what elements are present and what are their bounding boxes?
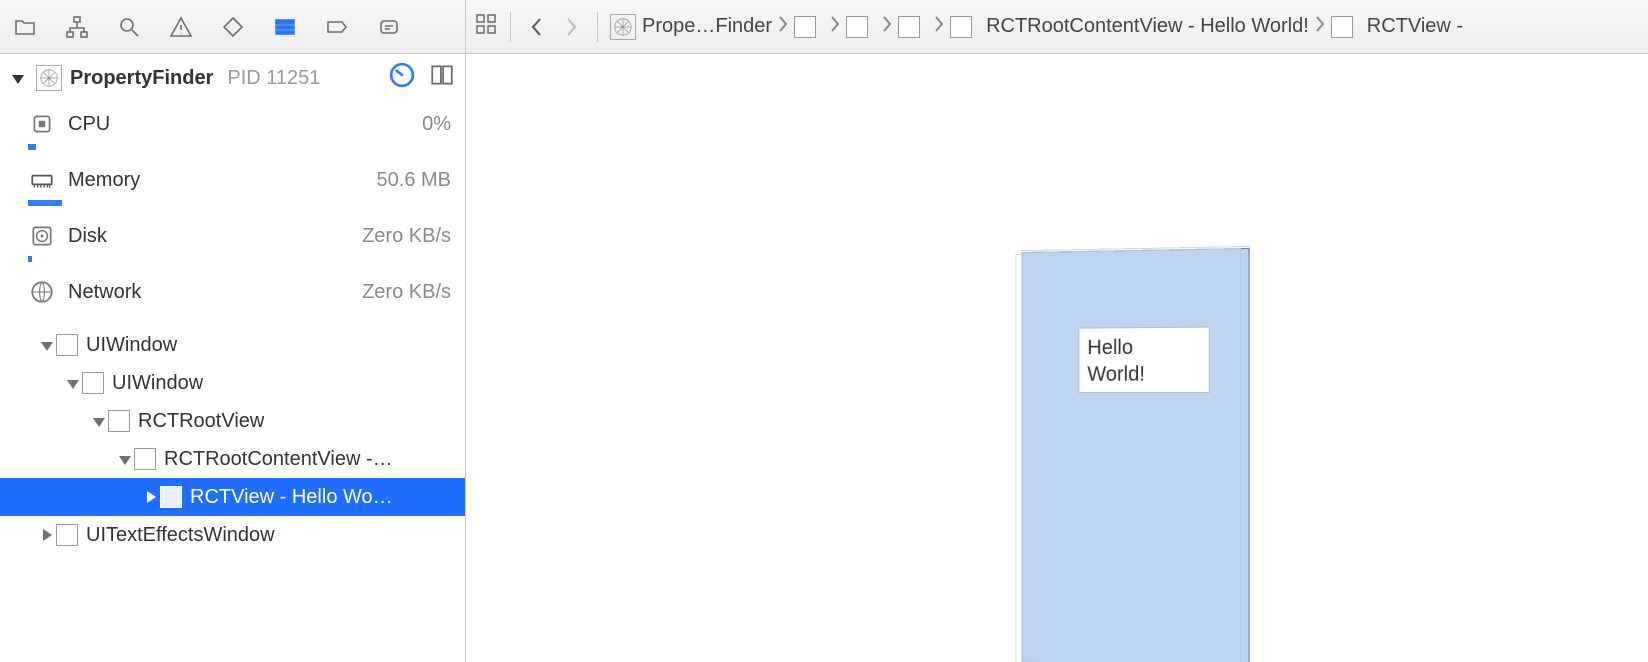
view-icon	[950, 16, 972, 38]
breadcrumb-item[interactable]	[846, 16, 876, 38]
path-bar: Prope…Finder RCTRootContentView - Hello …	[466, 0, 1648, 54]
breadcrumb-item[interactable]: RCTRootContentView - Hello World!	[950, 15, 1309, 38]
stat-bar-network	[28, 312, 451, 318]
view-icon	[794, 16, 816, 38]
disclosure-icon[interactable]	[12, 67, 28, 90]
disclosure-icon[interactable]	[38, 524, 56, 547]
stat-value: Zero KB/s	[362, 225, 451, 248]
view-icon	[898, 16, 920, 38]
gauge-icon[interactable]	[389, 62, 415, 94]
nav-back[interactable]	[523, 13, 551, 41]
search-icon[interactable]	[114, 12, 144, 42]
tree-label: RCTRootContentView -…	[164, 448, 393, 471]
process-header[interactable]: PropertyFinder PID 11251	[0, 54, 465, 102]
tree-label: UITextEffectsWindow	[86, 524, 275, 547]
separator	[597, 12, 598, 42]
navigator-toolbar	[0, 0, 465, 54]
view-icon	[160, 486, 182, 508]
chevron-right-icon	[934, 15, 944, 39]
stat-row-cpu[interactable]: CPU 0%	[0, 102, 465, 142]
stat-label: Memory	[68, 169, 365, 192]
tree-row[interactable]: RCTRootContentView -…	[0, 440, 465, 478]
tree-row-selected[interactable]: RCTView - Hello Wo…	[0, 478, 465, 516]
network-icon	[28, 278, 56, 306]
disclosure-icon[interactable]	[64, 372, 82, 395]
view-stack[interactable]: Hello World!	[1006, 244, 1266, 662]
stat-bar-disk	[28, 256, 451, 262]
editor-panel: Prope…Finder RCTRootContentView - Hello …	[466, 0, 1648, 662]
stat-row-network[interactable]: Network Zero KB/s	[0, 270, 465, 310]
view-icon	[108, 410, 130, 432]
breadcrumb-label: Prope…Finder	[642, 15, 772, 38]
view-debugger-canvas[interactable]: Hello World!	[466, 54, 1648, 662]
chevron-right-icon	[882, 15, 892, 39]
debug-nav-icon[interactable]	[270, 12, 300, 42]
cpu-icon	[28, 110, 56, 138]
split-view-icon[interactable]	[429, 62, 455, 94]
report-icon[interactable]	[374, 12, 404, 42]
view-icon	[134, 448, 156, 470]
process-pid: PID 11251	[227, 67, 320, 90]
nav-forward[interactable]	[557, 13, 585, 41]
process-name: PropertyFinder	[70, 67, 213, 90]
chevron-right-icon	[1315, 15, 1325, 39]
related-items-icon[interactable]	[474, 12, 498, 42]
view-icon	[846, 16, 868, 38]
stat-label: Network	[68, 281, 350, 304]
stat-value: 50.6 MB	[377, 169, 451, 192]
separator	[510, 12, 511, 42]
tree-row[interactable]: UITextEffectsWindow	[0, 516, 465, 554]
layer-rctview-hello[interactable]: Hello World!	[1078, 327, 1209, 393]
tree-label: UIWindow	[112, 372, 203, 395]
disclosure-icon[interactable]	[142, 486, 160, 509]
breadcrumb-item[interactable]: RCTView -	[1331, 15, 1463, 38]
stat-label: Disk	[68, 225, 350, 248]
stat-bar-cpu	[28, 144, 451, 150]
hierarchy-icon[interactable]	[62, 12, 92, 42]
diamond-icon[interactable]	[218, 12, 248, 42]
breadcrumb-item[interactable]	[898, 16, 928, 38]
layer-rctrootcontentview[interactable]	[1022, 248, 1241, 662]
stat-row-disk[interactable]: Disk Zero KB/s	[0, 214, 465, 254]
disclosure-icon[interactable]	[116, 448, 134, 471]
view-icon	[1331, 16, 1353, 38]
tree-label: RCTRootView	[138, 410, 264, 433]
breadcrumb-item[interactable]: Prope…Finder	[610, 14, 772, 40]
tree-row[interactable]: UIWindow	[0, 326, 465, 364]
view-hierarchy-tree: UIWindow UIWindow RCTRootView RCTRootCon…	[0, 326, 465, 554]
stat-row-memory[interactable]: Memory 50.6 MB	[0, 158, 465, 198]
view-icon	[82, 372, 104, 394]
stat-label: CPU	[68, 113, 410, 136]
breakpoint-icon[interactable]	[322, 12, 352, 42]
app-icon	[36, 65, 62, 91]
app-icon	[610, 14, 636, 40]
tree-row[interactable]: UIWindow	[0, 364, 465, 402]
folder-icon[interactable]	[10, 12, 40, 42]
chevron-right-icon	[778, 15, 788, 39]
stat-bar-memory	[28, 200, 451, 206]
tree-row[interactable]: RCTRootView	[0, 402, 465, 440]
stat-value: 0%	[422, 113, 451, 136]
breadcrumb-item[interactable]	[794, 16, 824, 38]
view-icon	[56, 524, 78, 546]
hello-line2: World!	[1087, 361, 1200, 388]
disclosure-icon[interactable]	[90, 410, 108, 433]
memory-icon	[28, 166, 56, 194]
hello-line1: Hello	[1087, 334, 1200, 361]
navigator-panel: PropertyFinder PID 11251 CPU 0%	[0, 0, 466, 662]
tree-label: UIWindow	[86, 334, 177, 357]
view-icon	[56, 334, 78, 356]
disk-icon	[28, 222, 56, 250]
stat-value: Zero KB/s	[362, 281, 451, 304]
warning-icon[interactable]	[166, 12, 196, 42]
breadcrumb-label: RCTRootContentView - Hello World!	[986, 15, 1309, 38]
tree-label: RCTView - Hello Wo…	[190, 486, 393, 509]
breadcrumb-label: RCTView -	[1367, 15, 1463, 38]
disclosure-icon[interactable]	[38, 334, 56, 357]
chevron-right-icon	[830, 15, 840, 39]
